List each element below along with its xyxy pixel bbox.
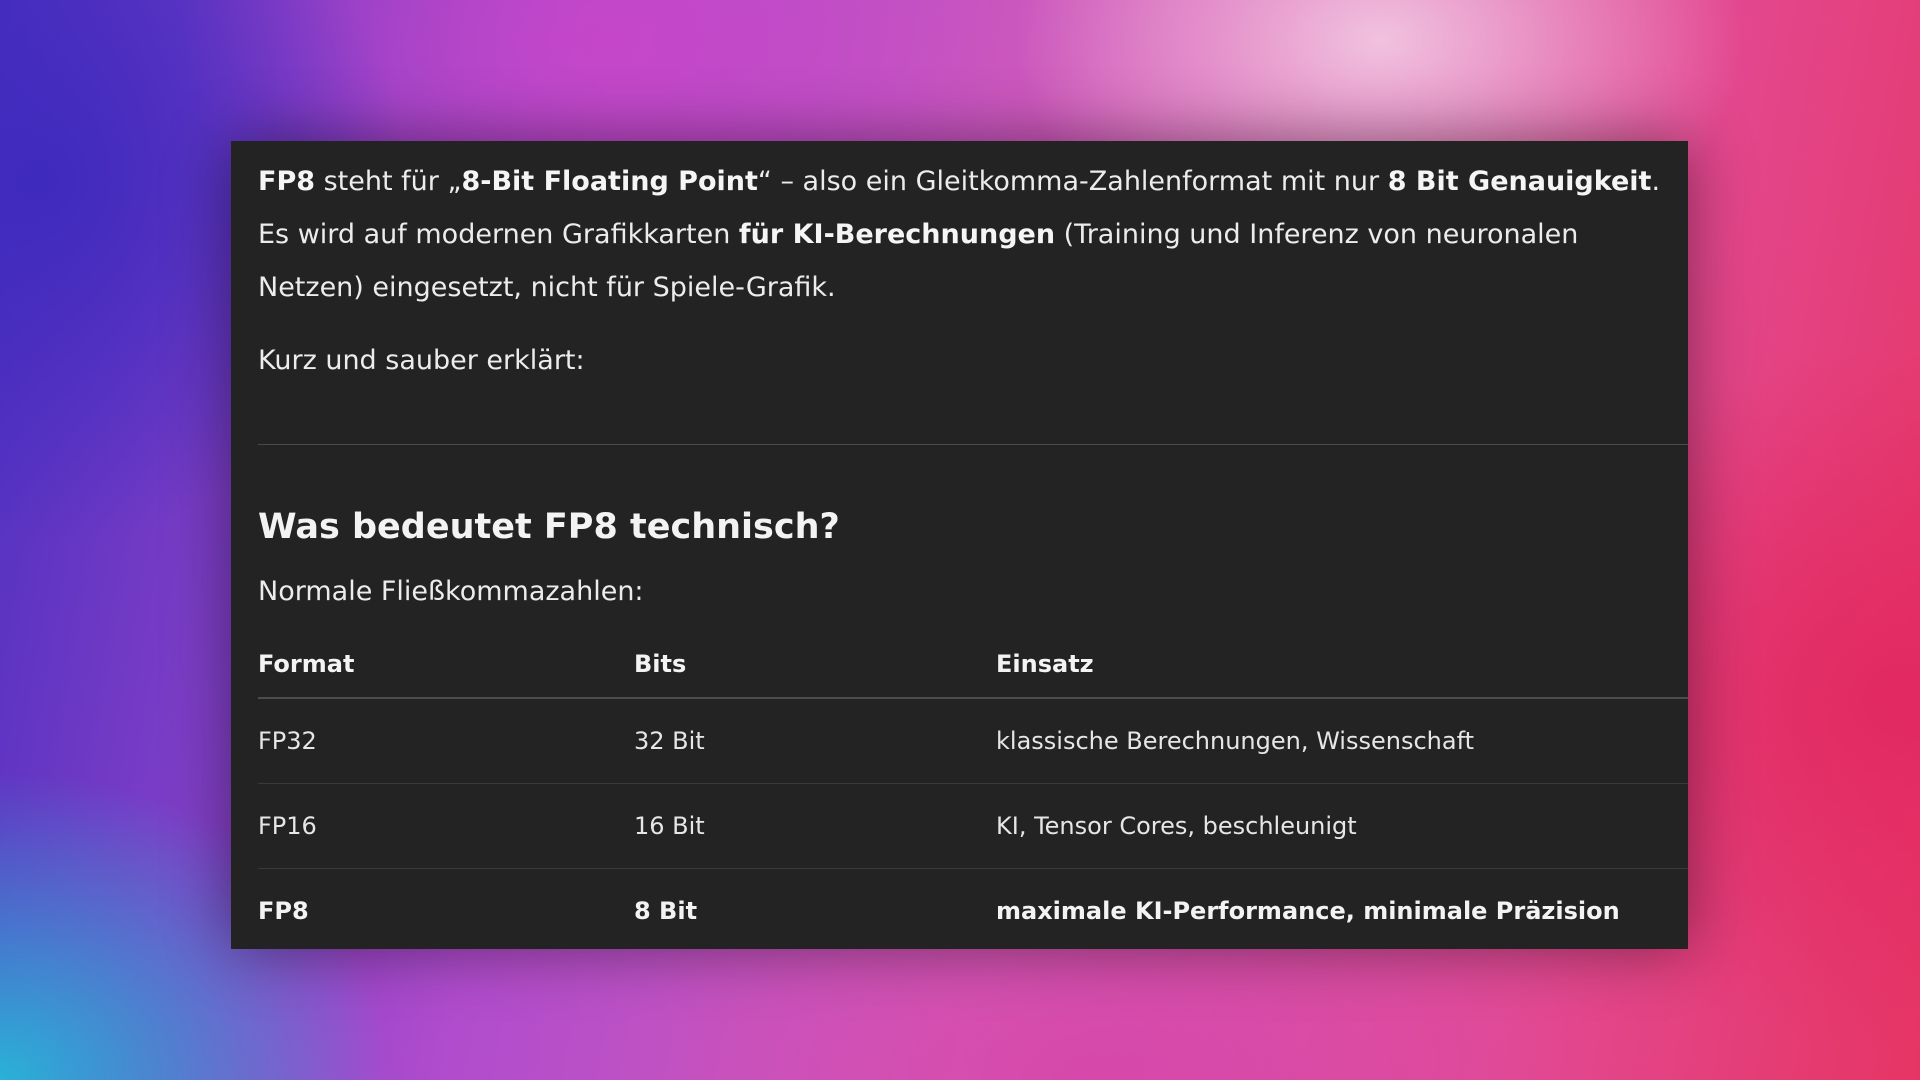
content-panel: FP8 steht für „8-Bit Floating Point“ – a… (231, 141, 1688, 949)
fp8-term: FP8 (258, 166, 316, 197)
precision-term: 8 Bit Genauigkeit (1387, 166, 1652, 197)
table-header-row: Format Bits Einsatz (258, 631, 1688, 699)
table-row: FP16 16 Bit KI, Tensor Cores, beschleuni… (258, 784, 1688, 869)
fp8-full-name: 8-Bit Floating Point (461, 166, 758, 197)
section-subheading: Normale Fließkommazahlen: (258, 576, 644, 607)
usage-text: Es wird auf modernen Grafikkarten (258, 219, 739, 250)
section-divider (258, 444, 1688, 445)
short-explanation-label: Kurz und sauber erklärt: (258, 345, 585, 376)
table-cell-usage: maximale KI-Performance, minimale Präzis… (996, 897, 1620, 925)
table-header-usage: Einsatz (996, 650, 1094, 678)
table-row: FP32 32 Bit klassische Berechnungen, Wis… (258, 699, 1688, 784)
table-cell-format: FP16 (258, 812, 317, 840)
ai-term: für KI-Berechnungen (738, 219, 1056, 250)
table-cell-bits: 32 Bit (634, 727, 705, 755)
intro-text: “ – also ein Gleitkomma-Zahlenformat mit… (757, 166, 1388, 197)
table-cell-bits: 16 Bit (634, 812, 705, 840)
intro-paragraph: FP8 steht für „8-Bit Floating Point“ – a… (258, 155, 1668, 314)
table-header-bits: Bits (634, 650, 687, 678)
table-cell-bits: 8 Bit (634, 897, 698, 925)
table-cell-format: FP32 (258, 727, 317, 755)
intro-text: steht für „ (315, 166, 462, 197)
table-header-format: Format (258, 650, 355, 678)
table-cell-usage: KI, Tensor Cores, beschleunigt (996, 812, 1357, 840)
section-heading: Was bedeutet FP8 technisch? (258, 507, 840, 547)
table-cell-usage: klassische Berechnungen, Wissenschaft (996, 727, 1475, 755)
intro-text: . (1651, 166, 1661, 197)
format-table: Format Bits Einsatz FP32 32 Bit klassisc… (258, 631, 1688, 949)
table-row: FP8 8 Bit maximale KI-Performance, minim… (258, 869, 1688, 949)
table-cell-format: FP8 (258, 897, 309, 925)
